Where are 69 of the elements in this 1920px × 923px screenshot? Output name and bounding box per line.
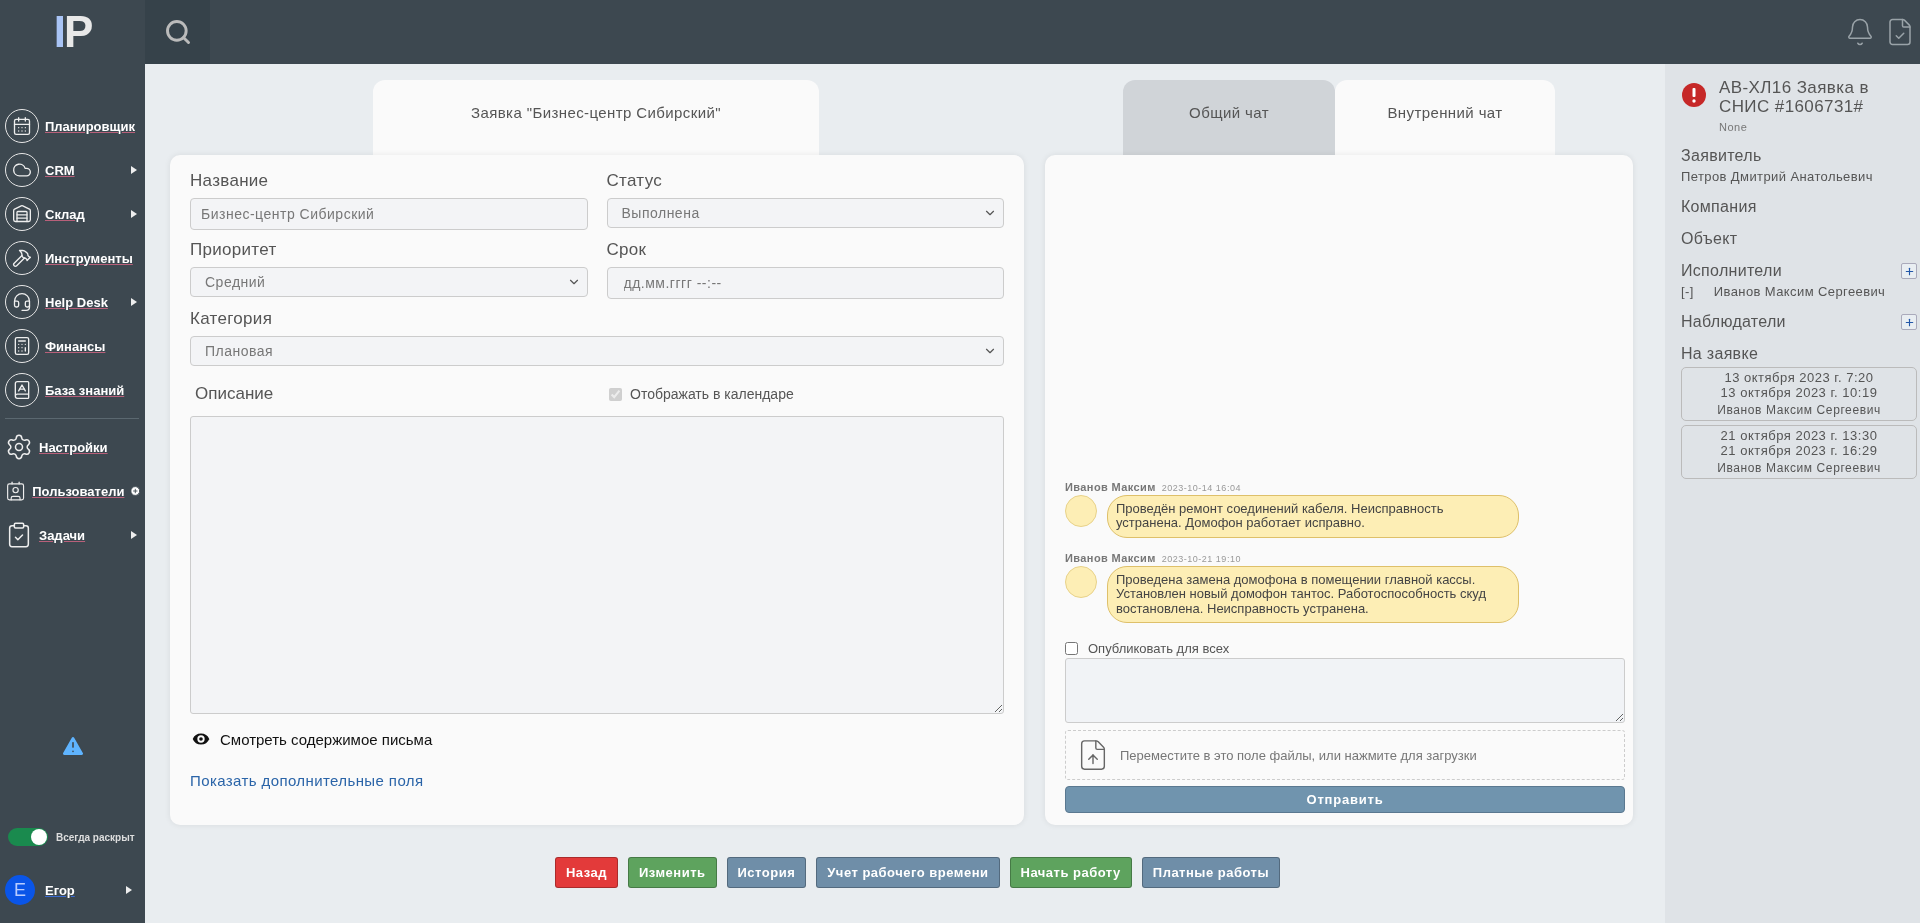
- message-bubble: Проведена замена домофона в помещении главной кассы. Установлен новый домофон тантос. Работоспособность скуд востановлена. Неисправность устранена.: [1107, 565, 1519, 623]
- text-field[interactable]: Бизнес-центр Сибирский: [190, 198, 588, 230]
- more-fields-link[interactable]: Показать дополнительные поля: [190, 772, 424, 789]
- nav-item[interactable]: CRM: [0, 148, 145, 192]
- message-author: Иванов Максим: [1065, 480, 1156, 493]
- message-time: 2023-10-21 19:10: [1161, 553, 1241, 564]
- ticket-title: АВ-ХЛ16 Заявка в СНИС #1606731#: [1719, 78, 1870, 116]
- form-tab[interactable]: Заявка "Бизнес-центр Сибирский": [373, 80, 819, 155]
- user-avatar: Е: [5, 875, 35, 905]
- nav-item[interactable]: Планировщик: [0, 104, 145, 148]
- avatar-circle: [1065, 494, 1097, 527]
- nav-item[interactable]: Пользователи: [0, 469, 145, 513]
- section-label: Наблюдатели: [1681, 313, 1786, 331]
- checkbox-label: Опубликовать для всех: [1088, 641, 1230, 656]
- toggle-label: Всегда раскрыт: [56, 831, 135, 843]
- alert-icon: [1681, 82, 1707, 108]
- search-icon: [163, 18, 192, 46]
- message-field[interactable]: [1065, 658, 1625, 723]
- add-icon[interactable]: [130, 484, 141, 498]
- time-entry: 13 октября 2023 г. 7:20 13 октября 2023 г. 10:19 Иванов Максим Сергеевич: [1681, 367, 1917, 421]
- field-label: Статус: [606, 171, 664, 191]
- nav-item[interactable]: База знаний: [0, 368, 145, 412]
- view-letter-text[interactable]: Смотреть содержимое письма: [220, 730, 433, 748]
- checkbox-label: Отображать в календаре: [630, 386, 794, 402]
- remove-link[interactable]: [-]: [1681, 284, 1694, 299]
- message-bubble: Проведён ремонт соединений кабеля. Неисправность устранена. Домофон работает исправно.: [1107, 494, 1519, 538]
- executor-name: Иванов Максим Сергеевич: [1713, 284, 1886, 299]
- select-field[interactable]: Выполнена: [606, 198, 1004, 228]
- action-button[interactable]: Назад: [554, 857, 618, 888]
- plus-icon: [1903, 316, 1915, 328]
- ticket-subtitle: None: [1719, 121, 1749, 133]
- nav-item[interactable]: Настройки: [0, 425, 145, 469]
- field-label: Приоритет: [190, 240, 278, 260]
- date-field[interactable]: дд.мм.гггг --:--: [606, 267, 1004, 299]
- section-label: Компания: [1681, 198, 1758, 216]
- message-time: 2023-10-14 16:04: [1161, 482, 1241, 493]
- search-button[interactable]: [145, 0, 210, 64]
- gear-icon: [5, 433, 33, 461]
- section-label: Исполнители: [1681, 262, 1782, 280]
- chat-tab[interactable]: Общий чат: [1123, 80, 1335, 155]
- message-author: Иванов Максим: [1065, 551, 1156, 564]
- field-label: Категория: [190, 309, 274, 329]
- user-menu[interactable]: Е Егор: [0, 865, 145, 915]
- section-label: На заявке: [1681, 345, 1760, 363]
- bell-icon[interactable]: [1845, 17, 1875, 47]
- chat-tab[interactable]: Внутренний чат: [1335, 80, 1555, 155]
- description-field[interactable]: [190, 416, 1004, 714]
- nav-item[interactable]: Задачи: [0, 513, 145, 557]
- section-label: Заявитель: [1681, 147, 1763, 165]
- nav-item[interactable]: Склад: [0, 192, 145, 236]
- add-button[interactable]: [1901, 314, 1917, 330]
- field-label: Описание: [194, 384, 275, 404]
- field-label: Срок: [606, 240, 648, 260]
- time-entry: 21 октября 2023 г. 13:30 21 октября 2023 г. 16:29 Иванов Максим Сергеевич: [1681, 425, 1917, 479]
- toggle-switch[interactable]: [8, 828, 48, 846]
- applicant-name: Петров Дмитрий Анатольевич: [1681, 169, 1874, 184]
- nav-item[interactable]: Финансы: [0, 324, 145, 368]
- select-field[interactable]: Средний: [190, 267, 588, 297]
- plus-icon: [1903, 265, 1915, 277]
- select-field[interactable]: Плановая: [190, 336, 1004, 366]
- field-label: Название: [190, 171, 270, 191]
- nav-item[interactable]: Help Desk: [0, 280, 145, 324]
- publish-checkbox[interactable]: [1065, 642, 1078, 655]
- avatar-circle: [1065, 565, 1097, 598]
- logo[interactable]: IP: [0, 0, 145, 64]
- add-button[interactable]: [1901, 263, 1917, 279]
- nav-item[interactable]: Инструменты: [0, 236, 145, 280]
- file-dropzone[interactable]: Переместите в это поле файлы, или нажмите для загрузки: [1065, 730, 1625, 780]
- section-label: Объект: [1681, 230, 1739, 248]
